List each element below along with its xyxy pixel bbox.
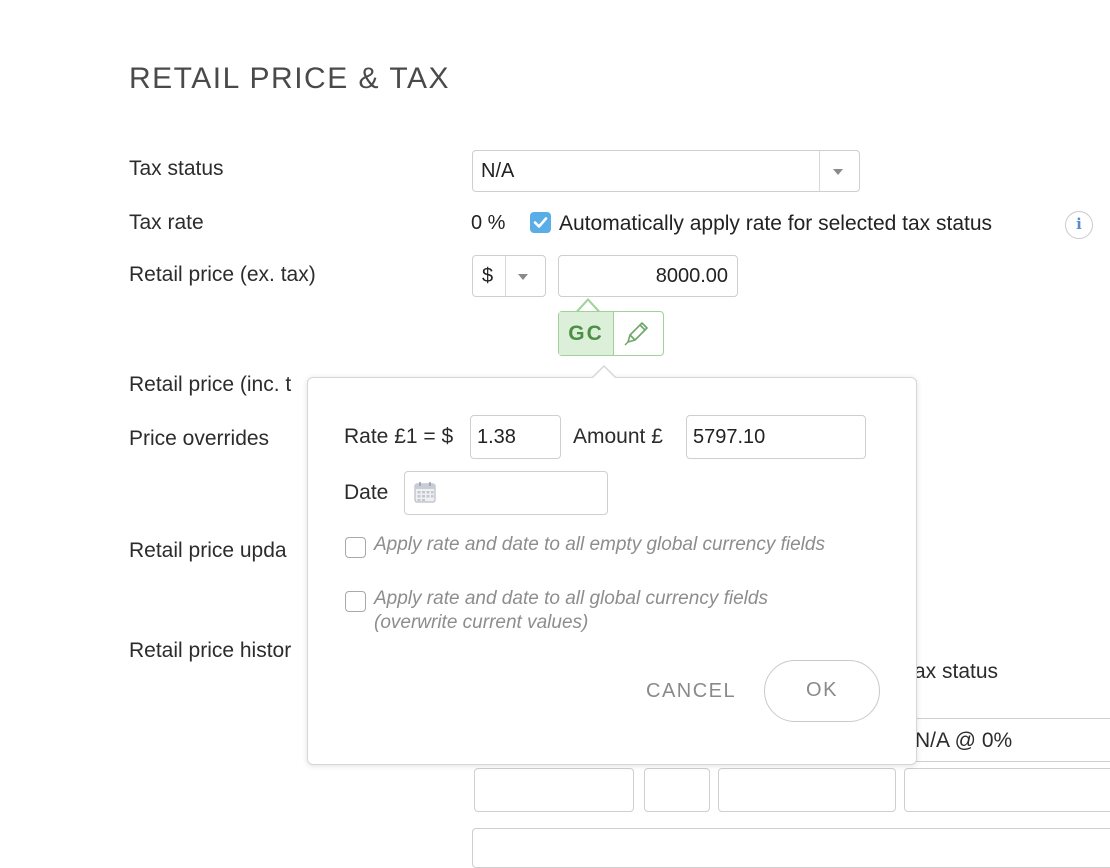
history-input-5[interactable] xyxy=(472,828,1110,868)
apply-all-label: Apply rate and date to all global curren… xyxy=(374,588,768,633)
cancel-button[interactable]: CANCEL xyxy=(646,680,736,703)
select-divider xyxy=(505,256,506,296)
retail-history-label: Retail price histor xyxy=(129,639,292,662)
history-input-2[interactable] xyxy=(644,768,710,812)
tax-status-label: Tax status xyxy=(129,157,224,180)
tax-rate-value: 0 % xyxy=(471,212,506,234)
retail-inc-tax-label: Retail price (inc. t xyxy=(129,373,292,396)
gc-badge[interactable]: GC xyxy=(558,311,664,356)
rate-label: Rate £1 = $ xyxy=(344,425,454,448)
history-input-3[interactable] xyxy=(718,768,896,812)
ok-button[interactable]: OK xyxy=(764,660,880,722)
currency-value: $ xyxy=(482,265,494,287)
apply-empty-checkbox[interactable] xyxy=(345,537,366,558)
section-title: RETAIL PRICE & TAX xyxy=(129,62,450,95)
pencil-icon[interactable] xyxy=(623,319,651,352)
retail-ex-tax-input[interactable]: 8000.00 xyxy=(558,255,738,297)
select-divider xyxy=(819,151,820,191)
tax-rate-label: Tax rate xyxy=(129,211,204,234)
auto-apply-label: Automatically apply rate for selected ta… xyxy=(559,212,993,235)
history-input-1[interactable] xyxy=(474,768,634,812)
chevron-down-icon[interactable] xyxy=(833,169,843,175)
popover-pointer-fill xyxy=(592,367,616,379)
amount-value: 5797.10 xyxy=(693,426,766,448)
auto-apply-checkbox[interactable] xyxy=(530,212,551,233)
checkmark-icon xyxy=(533,217,548,228)
rate-input[interactable]: 1.38 xyxy=(470,415,561,459)
history-tax-status-value: N/A @ 0% xyxy=(915,729,1013,752)
retail-ex-tax-label: Retail price (ex. tax) xyxy=(129,263,316,286)
history-tax-status-field[interactable]: N/A @ 0% xyxy=(905,718,1110,762)
tax-status-value: N/A xyxy=(481,160,515,182)
calendar-icon[interactable] xyxy=(413,480,437,509)
history-input-4[interactable] xyxy=(904,768,1110,812)
price-overrides-label: Price overrides xyxy=(129,427,270,450)
tax-status-select[interactable]: N/A xyxy=(472,150,860,192)
currency-select[interactable]: $ xyxy=(472,255,546,297)
amount-label: Amount £ xyxy=(573,425,663,448)
date-label: Date xyxy=(344,481,389,504)
retail-updated-label: Retail price upda xyxy=(129,539,287,562)
rate-value: 1.38 xyxy=(477,426,516,448)
gc-badge-label[interactable]: GC xyxy=(559,312,614,355)
chevron-down-icon[interactable] xyxy=(518,274,528,280)
apply-empty-label: Apply rate and date to all empty global … xyxy=(374,534,825,555)
amount-input[interactable]: 5797.10 xyxy=(686,415,866,459)
apply-all-checkbox[interactable] xyxy=(345,591,366,612)
date-input[interactable] xyxy=(404,471,608,515)
history-tax-status-header: ax status xyxy=(914,660,999,683)
info-icon[interactable]: i xyxy=(1065,211,1093,239)
retail-ex-tax-value: 8000.00 xyxy=(655,265,728,287)
